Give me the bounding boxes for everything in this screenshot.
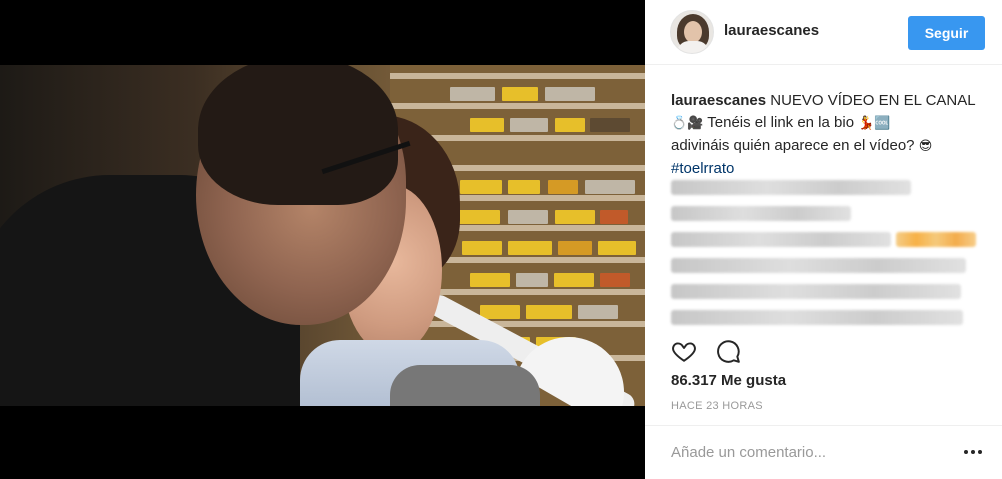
list-item xyxy=(671,252,986,278)
likes-count[interactable]: 86.317 Me gusta xyxy=(671,372,786,389)
list-item xyxy=(671,278,986,304)
list-item xyxy=(671,200,986,226)
comments-list xyxy=(671,174,986,330)
video-frame[interactable] xyxy=(0,65,645,406)
man-hair xyxy=(198,65,398,205)
woman-cardigan xyxy=(390,365,540,406)
heart-icon[interactable] xyxy=(671,338,697,364)
ring-emoji: 💍 xyxy=(671,116,688,131)
avatar[interactable] xyxy=(670,10,714,54)
comment-icon[interactable] xyxy=(715,338,741,364)
dancer-emoji: 💃 xyxy=(858,116,875,131)
camera-emoji: 🎥 xyxy=(687,116,704,131)
list-item xyxy=(671,304,986,330)
video-player[interactable] xyxy=(0,0,645,479)
caption-line1: NUEVO VÍDEO EN EL CANAL xyxy=(770,92,976,109)
more-options-icon[interactable] xyxy=(963,444,983,460)
comment-input[interactable] xyxy=(671,440,951,464)
post-side-panel: lauraescanes Seguir lauraescanes NUEVO V… xyxy=(645,0,1002,479)
post-caption: lauraescanes NUEVO VÍDEO EN EL CANAL 💍🎥 … xyxy=(671,90,991,180)
list-item xyxy=(671,174,986,200)
sunglasses-emoji: 😎 xyxy=(918,139,933,154)
follow-button[interactable]: Seguir xyxy=(908,16,985,50)
list-item xyxy=(671,226,986,252)
caption-line2: Tenéis el link en la bio xyxy=(707,114,855,131)
add-comment-section xyxy=(645,425,1002,479)
caption-username[interactable]: lauraescanes xyxy=(671,92,766,109)
username-link[interactable]: lauraescanes xyxy=(724,22,819,39)
post-actions xyxy=(671,338,981,364)
caption-line3: adivináis quién aparece en el vídeo? xyxy=(671,137,915,154)
instagram-post-modal: lauraescanes Seguir lauraescanes NUEVO V… xyxy=(0,0,1002,479)
post-header: lauraescanes Seguir xyxy=(645,0,1002,65)
subtitles-emoji: 🆒 xyxy=(874,116,891,131)
post-timestamp[interactable]: Hace 23 horas xyxy=(671,400,763,412)
